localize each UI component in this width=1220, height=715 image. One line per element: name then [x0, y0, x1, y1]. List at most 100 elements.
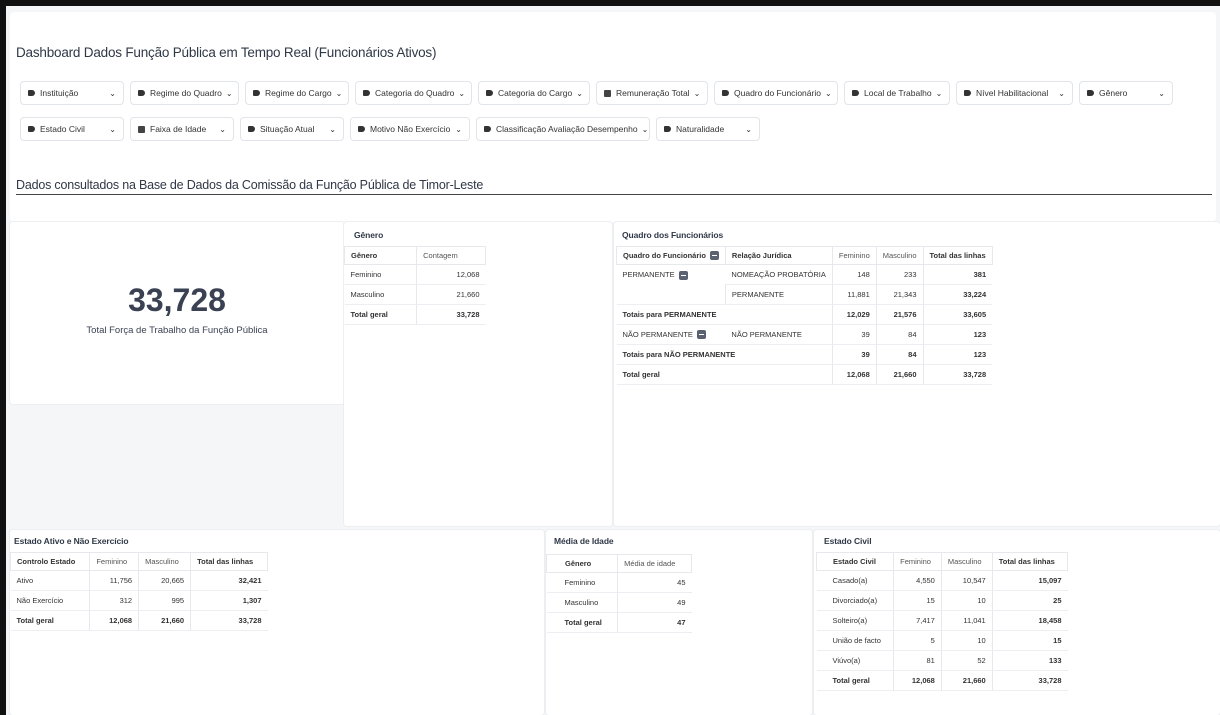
- estado-civil-card: Estado Civil Estado Civil Feminino Mascu…: [814, 530, 1220, 715]
- table-cell: Masculino: [546, 592, 618, 613]
- chevron-down-icon: ⌄: [1158, 88, 1165, 98]
- column-header[interactable]: Gênero: [343, 246, 418, 265]
- table-cell: 1,307: [190, 590, 268, 611]
- column-header[interactable]: Masculino: [138, 552, 192, 571]
- table-cell: Total geral: [616, 364, 833, 385]
- filter-instituicao[interactable]: Instituição ⌄: [20, 81, 124, 105]
- filter-genero[interactable]: Gênero ⌄: [1079, 81, 1173, 105]
- table-cell: 25: [991, 590, 1068, 611]
- column-header[interactable]: Média de idade: [617, 554, 692, 573]
- chevron-down-icon: ⌄: [745, 124, 752, 134]
- table-cell: 5: [893, 630, 942, 651]
- table-cell: 12,068: [831, 364, 877, 385]
- table-row: PERMANENTE 11,881 21,343 33,224: [616, 284, 993, 305]
- column-header[interactable]: Feminino: [893, 552, 942, 571]
- card-title-quadro: Quadro dos Funcionários: [622, 230, 724, 240]
- table-cell: 33,728: [991, 670, 1068, 691]
- column-header[interactable]: Estado Civil: [815, 552, 895, 571]
- collapse-icon[interactable]: [709, 251, 719, 261]
- table-row: Divorciado(a) 15 10 25: [816, 590, 1068, 611]
- chevron-down-icon: ⌄: [455, 124, 462, 134]
- table-cell: 11,881: [831, 284, 877, 305]
- filter-naturalidade[interactable]: Naturalidade ⌄: [656, 117, 760, 141]
- column-header[interactable]: Total das linhas: [991, 552, 1069, 571]
- chevron-down-icon: ⌄: [1058, 88, 1065, 98]
- genero-card: Gênero Gênero Contagem Feminino 12,068 M…: [343, 222, 612, 526]
- table-row-total: Total geral 12,068 21,660 33,728: [10, 610, 268, 631]
- table-cell[interactable]: PERMANENTE: [617, 265, 726, 285]
- table-cell: União de facto: [816, 630, 894, 651]
- filter-regime-do-quadro[interactable]: Regime do Quadro ⌄: [130, 81, 239, 105]
- table-cell: 12,068: [893, 670, 942, 691]
- table-cell: 123: [922, 324, 993, 345]
- table-row-total: Total geral 47: [546, 612, 692, 633]
- column-header[interactable]: Masculino: [875, 246, 924, 265]
- column-header[interactable]: Quadro do Funcionário: [616, 246, 726, 265]
- collapse-icon[interactable]: [696, 330, 706, 340]
- chevron-down-icon: ⌄: [824, 88, 832, 98]
- filter-categoria-do-cargo[interactable]: Categoria do Cargo ⌄: [478, 81, 590, 105]
- card-title-genero: Gênero: [354, 230, 384, 240]
- card-title-estado-ativo: Estado Ativo e Não Exercício: [14, 536, 129, 546]
- column-header[interactable]: Controlo Estado: [9, 552, 91, 571]
- filter-remuneracao-total[interactable]: Remuneração Total ⌄: [596, 81, 708, 105]
- table-cell: 21,660: [416, 284, 486, 305]
- tag-icon: [1087, 90, 1094, 96]
- filter-situacao-atual[interactable]: Situação Atual ⌄: [240, 117, 344, 141]
- table-cell: 381: [922, 264, 993, 285]
- column-header[interactable]: Total das linhas: [190, 552, 268, 571]
- collapse-icon[interactable]: [678, 270, 688, 280]
- table-cell: Viúvo(a): [816, 650, 894, 671]
- table-cell: 10: [940, 630, 993, 651]
- column-header[interactable]: Masculino: [940, 552, 993, 571]
- table-cell: 33,605: [922, 304, 993, 325]
- table-cell: Feminino: [546, 572, 618, 593]
- chevron-down-icon: ⌄: [935, 88, 943, 98]
- column-header[interactable]: Total das linhas: [922, 246, 993, 265]
- table-cell: 21,343: [875, 284, 924, 305]
- table-cell: 7,417: [893, 610, 942, 631]
- table-row: Feminino 45: [546, 572, 692, 593]
- table-row-total: Total geral 33,728: [344, 304, 486, 325]
- filter-quadro-do-funcionario[interactable]: Quadro do Funcionário ⌄: [714, 81, 838, 105]
- table-cell: 11,756: [89, 570, 139, 591]
- dashboard-page: Dashboard Dados Função Pública em Tempo …: [6, 6, 1220, 715]
- filter-nivel-habilitacional[interactable]: Nível Habilitacional ⌄: [956, 81, 1073, 105]
- column-header[interactable]: Relação Jurídica: [724, 246, 833, 265]
- kpi-label: Total Força de Trabalho da Função Públic…: [86, 325, 268, 336]
- header-panel: Dashboard Dados Função Pública em Tempo …: [10, 12, 1216, 222]
- table-cell: Total geral: [344, 304, 417, 325]
- genero-table: Gênero Contagem Feminino 12,068 Masculin…: [343, 246, 486, 325]
- chevron-down-icon: ⌄: [109, 88, 116, 98]
- table-cell: 233: [875, 264, 924, 285]
- table-cell: 39: [831, 344, 877, 365]
- table-cell: 133: [991, 650, 1068, 671]
- column-header[interactable]: Feminino: [89, 552, 140, 571]
- section-title: Dados consultados na Base de Dados da Co…: [16, 178, 484, 192]
- table-cell: 81: [893, 650, 942, 671]
- column-header[interactable]: Contagem: [416, 246, 486, 265]
- tag-icon: [358, 126, 365, 132]
- table-cell: 84: [875, 344, 924, 365]
- table-cell: 21,576: [875, 304, 924, 325]
- tag-icon: [363, 90, 370, 96]
- page-title: Dashboard Dados Função Pública em Tempo …: [16, 45, 437, 60]
- table-cell: 20,665: [138, 570, 191, 591]
- column-header[interactable]: Feminino: [831, 246, 877, 265]
- estado-ativo-table: Controlo Estado Feminino Masculino Total…: [9, 552, 268, 631]
- filter-local-de-trabalho[interactable]: Local de Trabalho ⌄: [844, 81, 950, 105]
- filter-classificacao-avaliacao[interactable]: Classificação Avaliação Desempenho ⌄: [476, 117, 650, 141]
- filter-regime-do-cargo[interactable]: Regime do Cargo ⌄: [245, 81, 349, 105]
- column-header[interactable]: Gênero: [545, 554, 619, 573]
- tag-icon: [138, 90, 145, 96]
- chevron-down-icon: ⌄: [576, 88, 583, 98]
- table-row-total: Total geral 12,068 21,660 33,728: [616, 364, 993, 385]
- table-cell: Total geral: [816, 670, 894, 691]
- filter-categoria-do-quadro[interactable]: Categoria do Quadro ⌄: [355, 81, 472, 105]
- filter-motivo-nao-exercicio[interactable]: Motivo Não Exercício ⌄: [350, 117, 470, 141]
- filter-faixa-de-idade[interactable]: Faixa de Idade ⌄: [130, 117, 234, 141]
- table-row: PERMANENTE NOMEAÇÃO PROBATÓRIA 148 233 3…: [617, 264, 993, 285]
- kpi-value: 33,728: [128, 282, 226, 318]
- table-cell[interactable]: NÃO PERMANENTE: [616, 324, 726, 345]
- filter-estado-civil[interactable]: Estado Civil ⌄: [20, 117, 124, 141]
